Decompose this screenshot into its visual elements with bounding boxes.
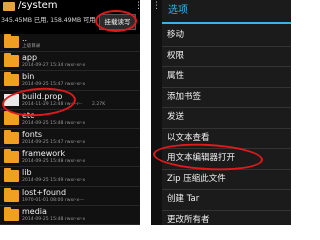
menu-item-move[interactable]: 移动 xyxy=(162,26,291,47)
menu-item-permissions[interactable]: 权限 xyxy=(162,47,291,67)
file-row-lost-found[interactable]: lost+found 1970-01-01 08:00 rwxr-x--- xyxy=(0,187,140,206)
folder-icon xyxy=(3,2,15,11)
file-row-bin[interactable]: bin 2014-09-25 15:47 rwxr-xr-x xyxy=(0,71,140,91)
file-list: .. 上级目录 app 2014-09-27 15:34 rwxr-xr-x b… xyxy=(0,33,140,225)
folder-icon xyxy=(4,168,19,183)
menu-item-change-owner[interactable]: 更改所有者 xyxy=(162,211,291,226)
overflow-menu-icon[interactable]: ⋮ xyxy=(134,0,140,14)
file-size: 2.27K xyxy=(92,101,106,107)
title-divider xyxy=(162,22,291,24)
menu-item-properties[interactable]: 属性 xyxy=(162,67,291,88)
menu-item-add-bookmark[interactable]: 添加书签 xyxy=(162,88,291,108)
options-menu: 移动 权限 属性 添加书签 发送 以文本查看 用文本编辑器打开 Zip 压缩此文… xyxy=(162,26,291,225)
menu-item-send[interactable]: 发送 xyxy=(162,108,291,129)
menu-item-create-tar[interactable]: 创建 Tar xyxy=(162,190,291,211)
file-meta: 2014-09-25 15:49 rwxr-xr-x xyxy=(22,178,86,184)
file-row-media[interactable]: media 2014-09-25 15:48 rwxr-xr-x xyxy=(0,206,140,225)
file-meta: 2014-09-25 15:48 rwxr-xr-x xyxy=(22,216,86,222)
menu-item-label: 以文本查看 xyxy=(167,132,210,143)
overflow-menu-icon[interactable]: ⋮ xyxy=(151,0,162,12)
file-name: bin xyxy=(22,72,35,82)
file-meta: 上级目录 xyxy=(22,44,41,49)
menu-item-label: 创建 Tar xyxy=(167,194,200,204)
menu-item-label: 更改所有者 xyxy=(167,214,210,225)
file-name: lost+found xyxy=(22,187,67,197)
file-name: media xyxy=(22,206,47,216)
folder-icon xyxy=(4,187,19,202)
file-row-app[interactable]: app 2014-09-27 15:34 rwxr-xr-x xyxy=(0,52,140,72)
options-title: 选项 xyxy=(168,5,188,16)
file-name: lib xyxy=(22,168,32,178)
menu-item-zip-file[interactable]: Zip 压缩此文件 xyxy=(162,170,291,190)
file-meta: 2014-09-25 15:47 rwxr-xr-x xyxy=(22,139,86,145)
file-name: framework xyxy=(22,149,66,159)
file-name: app xyxy=(22,53,38,63)
folder-icon xyxy=(4,53,19,68)
annotation-circle-mount xyxy=(95,10,137,32)
menu-item-label: 属性 xyxy=(167,71,185,81)
folder-icon xyxy=(4,149,19,164)
folder-icon xyxy=(4,72,19,87)
file-meta: 2014-09-25 15:48 rwxr-xr-x xyxy=(22,120,86,126)
file-meta: 1970-01-01 08:00 rwxr-x--- xyxy=(22,197,85,203)
file-meta: 2014-09-27 15:34 rwxr-xr-x xyxy=(22,63,86,69)
folder-icon xyxy=(4,129,19,144)
file-name: .. xyxy=(22,34,28,43)
side-strip: ⋮ xyxy=(151,0,162,225)
options-panel: ⋮ 选项 移动 权限 属性 添加书签 发送 以文本查看 用文本编辑器打开 Zip… xyxy=(151,0,291,225)
file-browser-panel: /system 345.45MB 已用, 158.49MB 可用, 允许读写 挂… xyxy=(0,0,140,225)
menu-item-label: 发送 xyxy=(167,112,185,122)
menu-item-label: 权限 xyxy=(167,50,185,61)
folder-icon xyxy=(4,34,19,48)
file-row-parent[interactable]: .. 上级目录 xyxy=(0,33,140,53)
menu-item-label: Zip 压缩此文件 xyxy=(167,173,226,184)
menu-item-label: 移动 xyxy=(167,30,185,40)
folder-icon xyxy=(4,206,19,221)
file-row-fonts[interactable]: fonts 2014-09-25 15:47 rwxr-xr-x xyxy=(0,129,140,149)
menu-item-label: 添加书签 xyxy=(167,91,202,102)
path-header: /system 345.45MB 已用, 158.49MB 可用, 允许读写 挂… xyxy=(0,0,140,34)
current-path: /system xyxy=(18,0,58,11)
file-row-lib[interactable]: lib 2014-09-25 15:49 rwxr-xr-x xyxy=(0,167,140,187)
file-name: fonts xyxy=(22,129,43,139)
file-meta: 2014-09-25 15:48 rwxr-xr-x xyxy=(22,159,86,165)
file-row-framework[interactable]: framework 2014-09-25 15:48 rwxr-xr-x xyxy=(0,148,140,168)
